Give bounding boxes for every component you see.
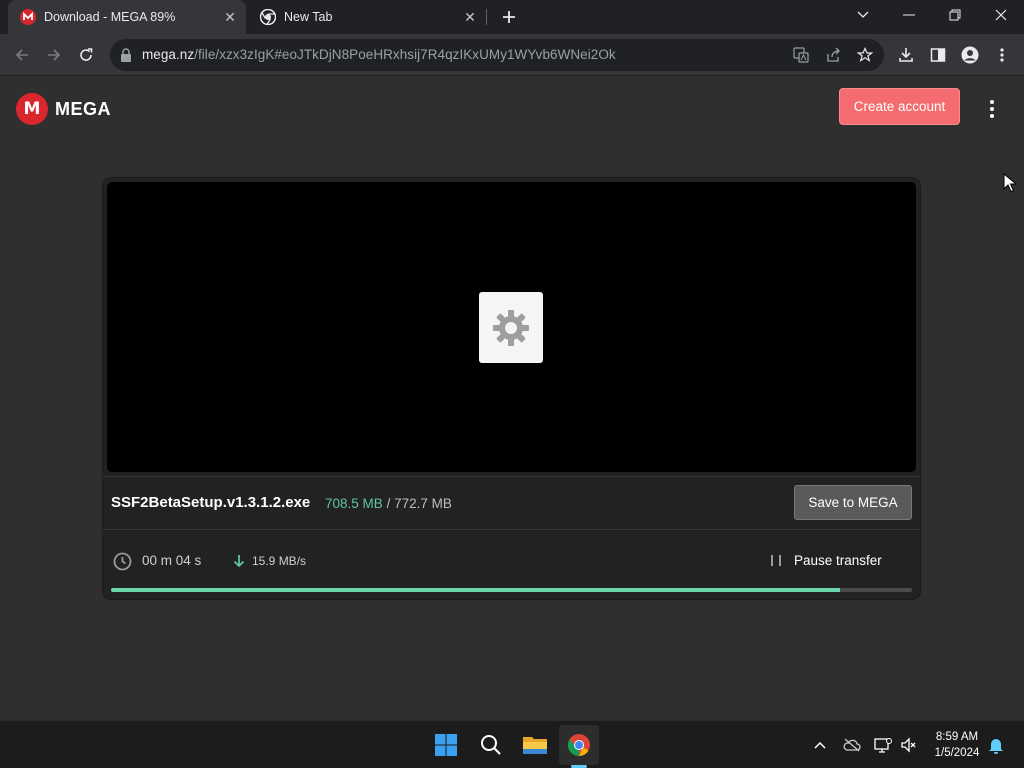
clock-date: 1/5/2024 <box>934 747 980 759</box>
network-icon[interactable] <box>873 735 893 755</box>
download-arrow-icon <box>232 553 246 569</box>
total-size: 772.7 MB <box>394 496 452 511</box>
profile-icon[interactable] <box>959 44 981 66</box>
downloaded-size: 708.5 MB <box>325 496 383 511</box>
file-info-row: SSF2BetaSetup.v1.3.1.2.exe 708.5 MB / 77… <box>103 476 920 530</box>
download-card: SSF2BetaSetup.v1.3.1.2.exe 708.5 MB / 77… <box>103 178 920 599</box>
mega-logo[interactable]: M MEGA <box>16 93 111 125</box>
file-explorer-icon[interactable] <box>515 725 555 765</box>
save-to-mega-button[interactable]: Save to MEGA <box>794 485 912 520</box>
share-icon[interactable] <box>824 46 842 64</box>
windows-taskbar: 8:59 AM 1/5/2024 <box>0 720 1024 768</box>
restore-icon[interactable] <box>932 0 978 30</box>
forward-arrow-icon[interactable] <box>41 42 67 68</box>
windows-start-icon[interactable] <box>426 725 466 765</box>
page-menu-icon[interactable] <box>982 97 1002 121</box>
progress-fill <box>111 588 840 592</box>
tab-search-chevron-icon[interactable] <box>840 0 886 30</box>
mega-logo-icon: M <box>16 93 48 125</box>
tab-divider <box>486 9 487 25</box>
close-tab-icon[interactable]: ✕ <box>220 7 240 27</box>
tab-title: New Tab <box>284 10 333 24</box>
executable-file-gear-icon <box>479 292 543 363</box>
notification-bell-icon[interactable] <box>986 735 1006 755</box>
back-arrow-icon[interactable] <box>9 42 35 68</box>
show-hidden-icons-chevron-icon[interactable] <box>810 735 830 755</box>
chrome-favicon-icon <box>260 9 276 25</box>
download-progress-bar <box>111 588 912 592</box>
time-remaining: 00 m 04 s <box>142 553 202 568</box>
new-tab-button[interactable] <box>498 6 520 28</box>
volume-muted-icon[interactable] <box>899 735 919 755</box>
tab-title: Download - MEGA 89% <box>44 10 176 24</box>
bookmark-star-icon[interactable] <box>856 46 874 64</box>
pause-transfer-button[interactable]: Pause transfer <box>794 553 882 568</box>
mega-wordmark: MEGA <box>55 98 111 119</box>
close-tab-icon[interactable]: ✕ <box>460 7 480 27</box>
download-size-info: 708.5 MB / 772.7 MB <box>325 496 452 511</box>
minimize-icon[interactable] <box>886 0 932 30</box>
close-window-icon[interactable] <box>978 0 1024 30</box>
side-panel-icon[interactable] <box>927 44 949 66</box>
transfer-status-row: 00 m 04 s 15.9 MB/s Pause transfer <box>103 530 920 590</box>
browser-menu-icon[interactable] <box>991 44 1013 66</box>
file-preview-area <box>107 182 916 472</box>
pause-icon[interactable] <box>771 555 781 567</box>
mega-favicon-icon <box>20 9 36 25</box>
transfer-speed: 15.9 MB/s <box>252 554 307 568</box>
lock-icon[interactable] <box>120 48 132 62</box>
size-separator: / <box>386 496 391 511</box>
url-path: /file/xzx3zIgK#eoJTkDjN8PoeHRxhsij7R4qzI… <box>194 47 616 62</box>
file-name: SSF2BetaSetup.v1.3.1.2.exe <box>111 494 311 511</box>
url-host: mega.nz <box>142 47 195 62</box>
tab-new-tab[interactable]: New Tab ✕ <box>248 0 486 34</box>
chrome-taskbar-icon[interactable] <box>559 725 599 765</box>
reload-icon[interactable] <box>73 42 99 68</box>
tab-download-mega[interactable]: Download - MEGA 89% ✕ <box>8 0 246 34</box>
downloads-icon[interactable] <box>895 44 917 66</box>
mega-page: M MEGA Create account SSF2BetaSetup.v1.3… <box>0 77 1024 720</box>
onedrive-offline-icon[interactable] <box>842 735 862 755</box>
url-text[interactable]: mega.nz/file/xzx3zIgK#eoJTkDjN8PoeHRxhsi… <box>142 47 616 62</box>
translate-icon[interactable] <box>792 46 810 64</box>
search-icon[interactable] <box>471 725 511 765</box>
browser-tab-strip: Download - MEGA 89% ✕ New Tab ✕ <box>0 0 1024 34</box>
system-clock[interactable]: 8:59 AM 1/5/2024 <box>926 729 988 761</box>
browser-toolbar: mega.nz/file/xzx3zIgK#eoJTkDjN8PoeHRxhsi… <box>0 34 1024 76</box>
clock-icon <box>113 552 132 571</box>
mouse-cursor-icon <box>1003 172 1018 193</box>
create-account-button[interactable]: Create account <box>839 88 960 125</box>
clock-time: 8:59 AM <box>935 731 979 743</box>
address-bar[interactable]: mega.nz/file/xzx3zIgK#eoJTkDjN8PoeHRxhsi… <box>110 39 884 71</box>
